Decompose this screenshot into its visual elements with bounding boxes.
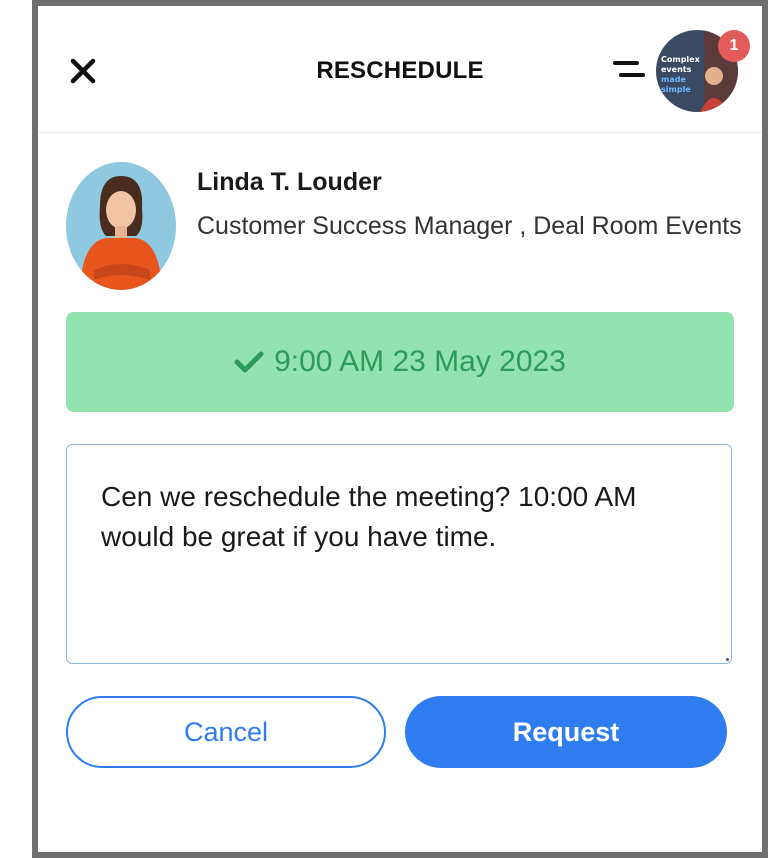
profile-avatar	[66, 162, 176, 290]
menu-button[interactable]	[608, 58, 648, 84]
window-frame-bottom	[32, 852, 768, 858]
profile-role: Customer Success Manager , Deal Room Eve…	[197, 212, 742, 240]
close-icon	[70, 58, 96, 84]
selected-time-slot[interactable]: 9:00 AM 23 May 2023	[66, 312, 734, 412]
time-slot-label: 9:00 AM 23 May 2023	[274, 345, 566, 378]
avatar-caption-1: Complex	[661, 55, 701, 64]
avatar-caption-4: simple	[661, 85, 691, 94]
cancel-button[interactable]: Cancel	[66, 696, 386, 768]
message-textarea[interactable]: Cen we reschedule the meeting? 10:00 AM …	[66, 444, 732, 664]
menu-icon	[613, 61, 639, 65]
notification-badge: 1	[718, 30, 750, 62]
profile-photo	[66, 162, 176, 290]
page-title: RESCHEDULE	[316, 57, 484, 84]
check-icon	[234, 351, 264, 373]
window-frame-right	[762, 0, 768, 858]
profile-name: Linda T. Louder	[197, 168, 382, 196]
close-button[interactable]	[66, 54, 100, 88]
avatar-caption-3: made	[661, 75, 686, 84]
menu-icon-bar	[619, 73, 645, 77]
textarea-resize-handle[interactable]	[726, 658, 729, 661]
avatar-caption-2: events	[661, 65, 692, 74]
request-button[interactable]: Request	[405, 696, 727, 768]
